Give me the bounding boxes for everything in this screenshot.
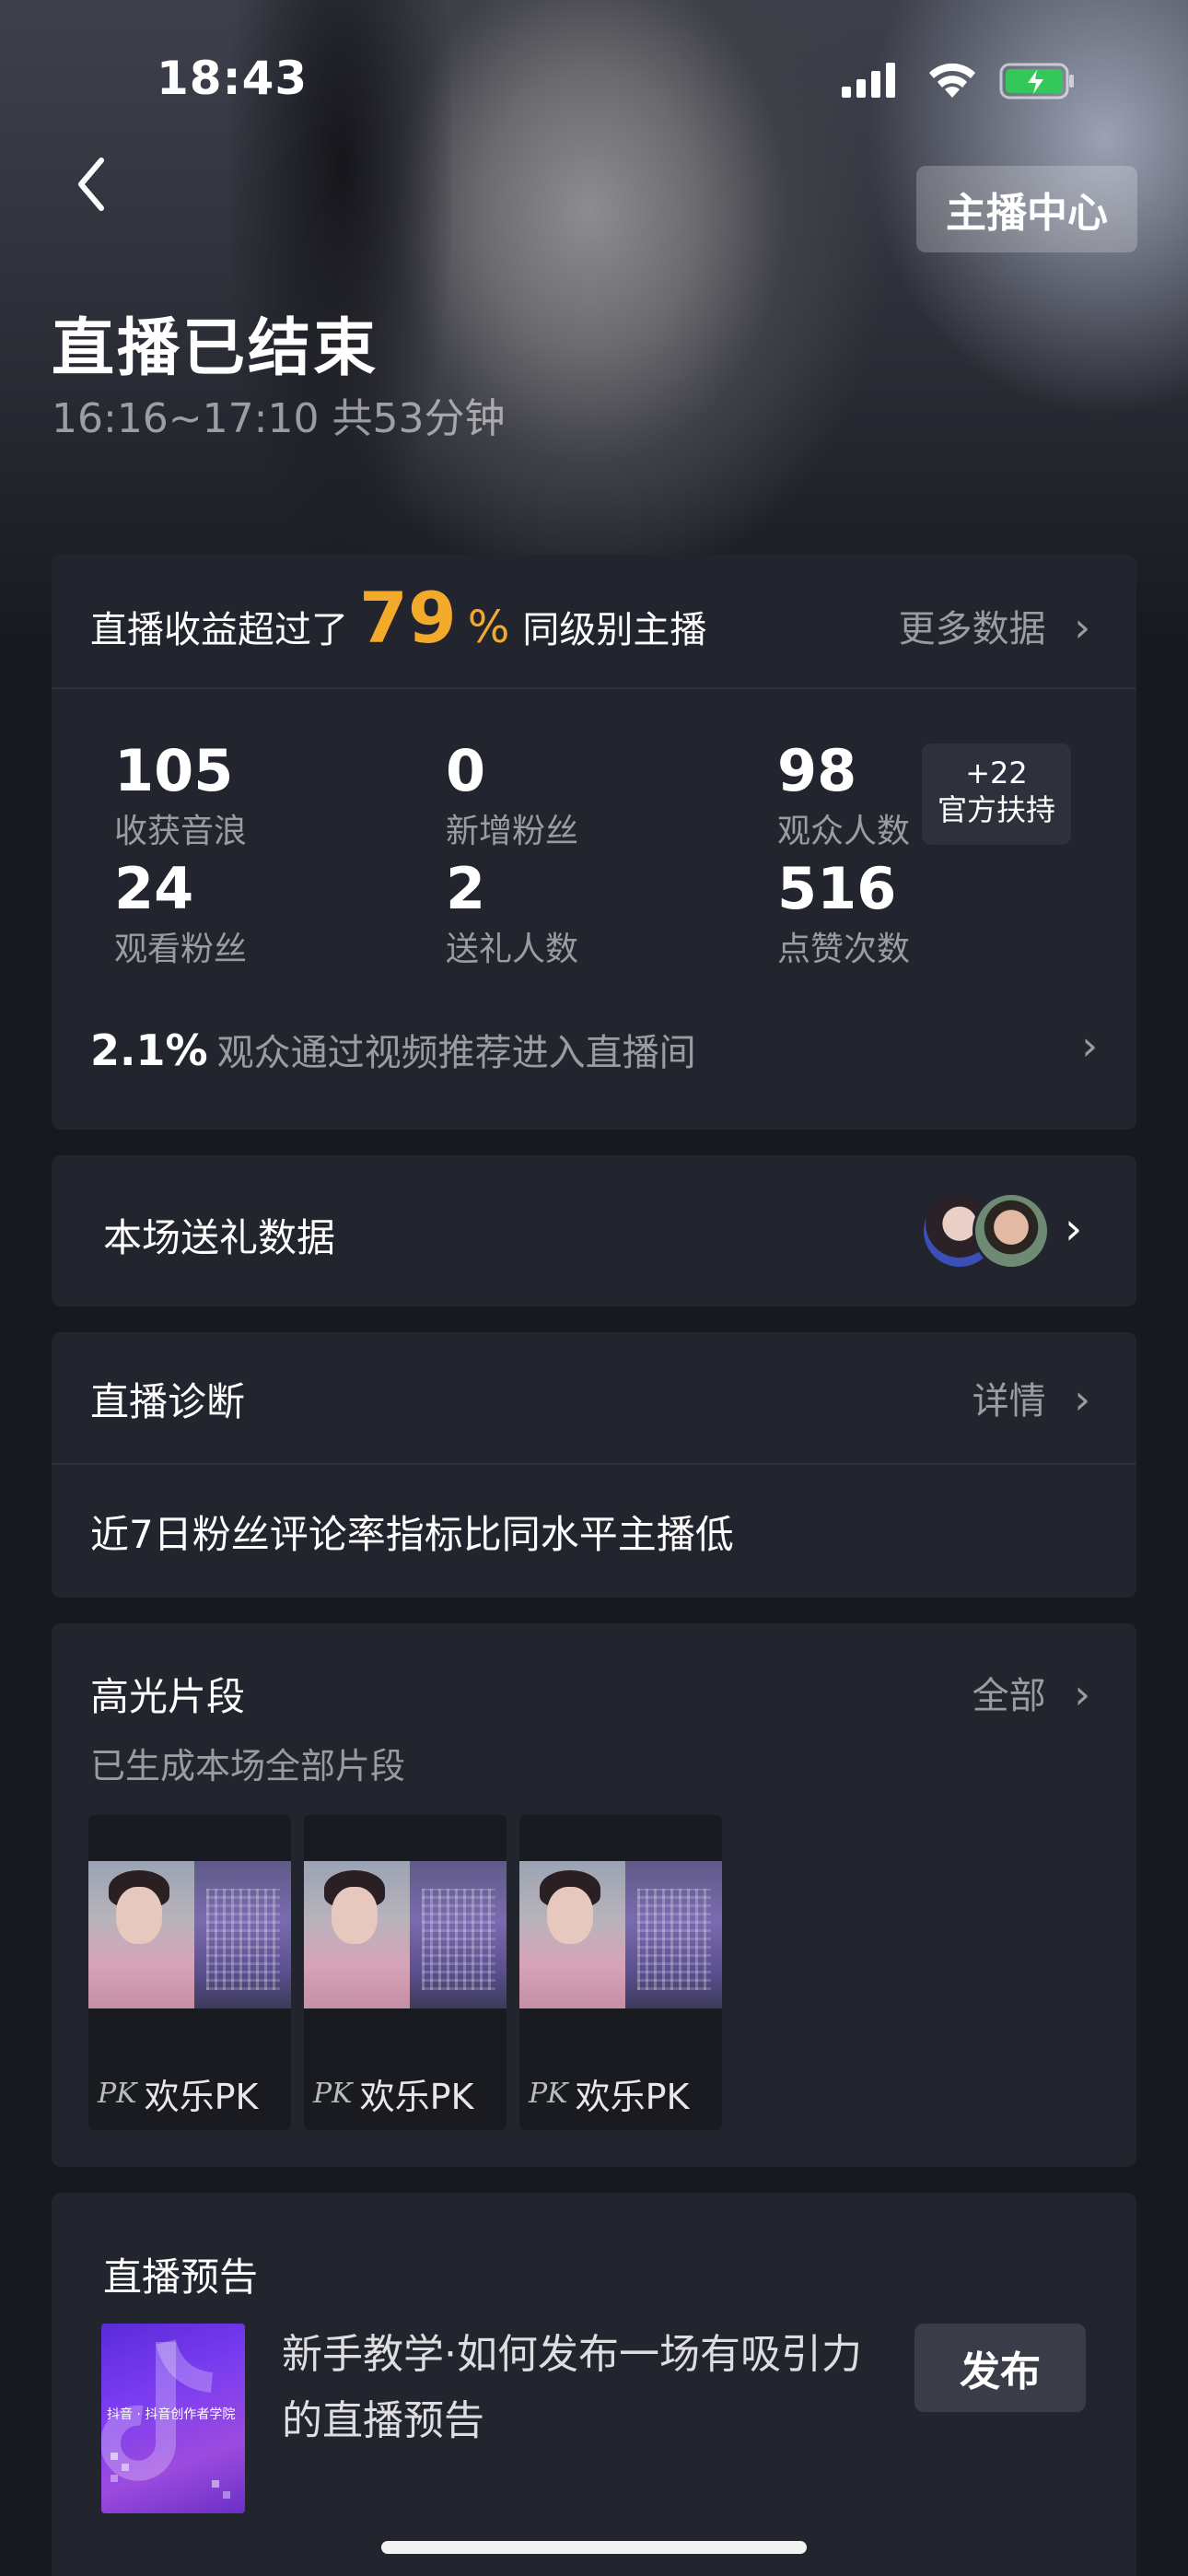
stat-value: 0: [446, 737, 486, 804]
detail-label: 详情: [972, 1380, 1046, 1423]
stat-label: 送礼人数: [446, 931, 579, 968]
highlights-subtitle: 已生成本场全部片段: [90, 1746, 406, 1786]
back-button[interactable]: [64, 147, 120, 221]
wifi-icon: [929, 63, 975, 98]
highlight-clip[interactable]: PK 欢乐PK: [519, 1815, 722, 2130]
divider: [52, 687, 1136, 689]
preview-description: 新手教学·如何发布一场有吸引力的直播预告: [282, 2331, 862, 2444]
avatar: [973, 1192, 1050, 1270]
clip-label: 欢乐PK: [144, 2077, 259, 2117]
live-preview-title: 直播预告: [103, 2254, 259, 2300]
stat-viewers: 98 观众人数: [777, 737, 910, 852]
boost-count: +22: [965, 755, 1028, 790]
stat-label: 观看粉丝: [114, 931, 248, 968]
stat-value: 98: [777, 737, 857, 804]
chevron-right-icon: ›: [1074, 604, 1090, 651]
recommend-percent: 2.1%: [90, 1025, 208, 1075]
gift-data-title: 本场送礼数据: [103, 1215, 336, 1260]
clip-thumbnail: [88, 1861, 291, 2008]
chevron-right-icon: ›: [1065, 1203, 1083, 1255]
pk-icon: PK: [98, 2078, 137, 2110]
highlights-title: 高光片段: [90, 1674, 246, 1719]
stat-label: 新增粉丝: [446, 813, 579, 850]
clip-label: 欢乐PK: [359, 2077, 474, 2117]
status-icons: [840, 59, 1079, 107]
stat-new-fans: 0 新增粉丝: [446, 737, 578, 852]
stat-value: 24: [114, 855, 194, 922]
stat-label: 观众人数: [777, 813, 911, 850]
chevron-right-icon: ›: [1081, 1023, 1098, 1070]
page-title: 直播已结束: [52, 312, 379, 385]
stat-label: 收获音浪: [114, 813, 248, 850]
cellular-signal-icon: [842, 63, 895, 98]
recommend-text: 观众通过视频推荐进入直播间: [216, 1032, 696, 1074]
chevron-right-icon: ›: [1074, 1376, 1090, 1423]
stat-label: 点赞次数: [777, 931, 911, 968]
diagnosis-detail-link[interactable]: 详情 ›: [973, 1371, 1090, 1424]
highlight-clip[interactable]: PK 欢乐PK: [304, 1815, 507, 2130]
all-label: 全部: [972, 1675, 1046, 1717]
pk-icon: PK: [529, 2078, 568, 2110]
clip-thumbnail: [304, 1861, 507, 2008]
divider: [52, 1463, 1136, 1465]
earnings-rank-suffix: 同级别主播: [522, 609, 707, 651]
earnings-percent: 79: [359, 577, 457, 659]
summary-card: 直播收益超过了 79 % 同级别主播 更多数据 › 105 收获音浪 0 新增粉…: [52, 555, 1136, 1130]
more-data-link[interactable]: 更多数据 ›: [899, 599, 1090, 652]
stat-value: 2: [446, 855, 486, 922]
host-center-button[interactable]: 主播中心: [916, 166, 1137, 252]
publish-button[interactable]: 发布: [914, 2324, 1086, 2412]
pk-icon: PK: [313, 2078, 353, 2110]
highlights-all-link[interactable]: 全部 ›: [973, 1666, 1090, 1719]
stat-gifters: 2 送礼人数: [446, 855, 578, 970]
back-chevron-icon: [78, 158, 104, 211]
recommend-traffic-row[interactable]: 2.1% 观众通过视频推荐进入直播间 ›: [90, 1023, 1098, 1076]
stat-value: 516: [777, 855, 897, 922]
preview-thumbnail[interactable]: 抖音 · 抖音创作者学院: [101, 2324, 245, 2513]
stat-value: 105: [114, 737, 234, 804]
diagnosis-message: 近7日粉丝评论率指标比同水平主播低: [90, 1512, 734, 1557]
official-boost-badge: +22 官方扶持: [922, 744, 1071, 845]
clip-label: 欢乐PK: [575, 2077, 690, 2117]
home-indicator: [381, 2541, 807, 2554]
highlight-clip[interactable]: PK 欢乐PK: [88, 1815, 291, 2130]
gift-data-card[interactable]: 本场送礼数据 ›: [52, 1155, 1136, 1306]
boost-label: 官方扶持: [937, 792, 1055, 827]
stat-sound-waves: 105 收获音浪: [114, 737, 247, 852]
thumb-caption: 抖音 · 抖音创作者学院: [107, 2407, 236, 2422]
earnings-rank: 直播收益超过了 79 % 同级别主播: [90, 577, 706, 659]
live-preview-card: 直播预告 抖音 · 抖音创作者学院 新手教学·如何发布一场有吸引力的直播预告 发…: [52, 2193, 1136, 2576]
chevron-right-icon: ›: [1074, 1671, 1090, 1718]
more-data-label: 更多数据: [898, 608, 1046, 650]
stat-fan-viewers: 24 观看粉丝: [114, 855, 247, 970]
stat-likes: 516 点赞次数: [777, 855, 910, 970]
earnings-percent-sign: %: [467, 602, 510, 653]
diagnosis-card: 直播诊断 详情 › 近7日粉丝评论率指标比同水平主播低: [52, 1332, 1136, 1598]
earnings-rank-prefix: 直播收益超过了: [90, 609, 348, 651]
diagnosis-title: 直播诊断: [90, 1379, 246, 1424]
live-duration: 16:16~17:10 共53分钟: [52, 395, 506, 442]
status-time: 18:43: [157, 52, 309, 105]
battery-icon: [999, 63, 1074, 100]
clip-thumbnail: [519, 1861, 722, 2008]
